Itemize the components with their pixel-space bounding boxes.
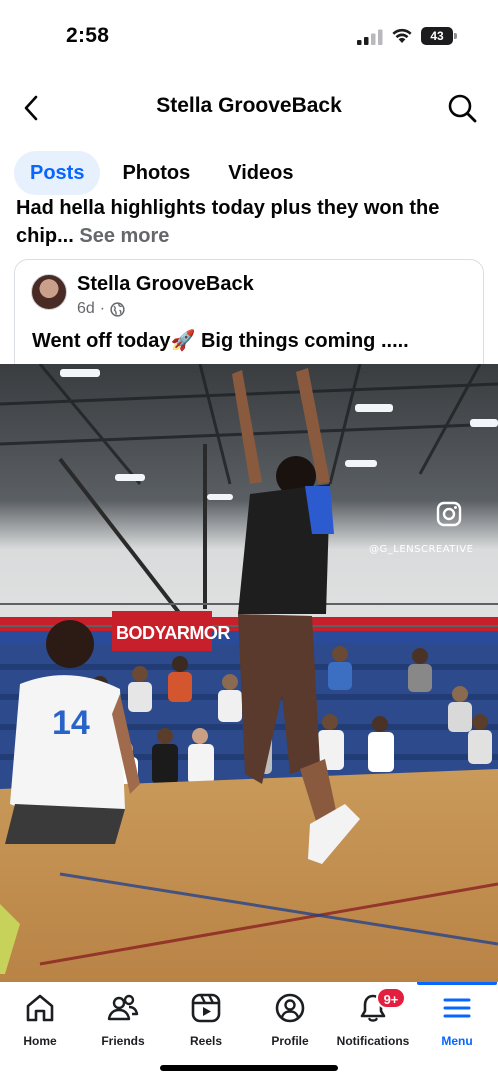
nav-notifications[interactable]: 9+ Notifications — [333, 982, 413, 1062]
nav-reels-label: Reels — [189, 1034, 223, 1048]
nav-friends[interactable]: Friends — [83, 982, 163, 1062]
friends-icon — [107, 994, 139, 1021]
search-button[interactable] — [443, 89, 481, 127]
profile-icon — [275, 993, 305, 1023]
home-indicator[interactable] — [160, 1065, 338, 1071]
search-icon — [448, 94, 477, 123]
active-tab-indicator — [417, 982, 497, 985]
nav-friends-label: Friends — [101, 1034, 145, 1048]
meta-separator: · — [99, 300, 106, 317]
nav-menu-label: Menu — [441, 1034, 473, 1048]
tab-videos[interactable]: Videos — [212, 151, 309, 195]
menu-icon — [443, 998, 471, 1018]
video-frame: 14 — [0, 364, 498, 982]
nav-notifications-label: Notifications — [336, 1034, 410, 1048]
chevron-left-icon — [24, 95, 38, 121]
video-watermark: @G_LENSCREATIVE — [369, 544, 474, 555]
tab-posts[interactable]: Posts — [14, 151, 101, 195]
profile-tabs: Posts Photos Videos — [14, 151, 309, 195]
notification-badge: 9+ — [376, 987, 406, 1009]
previous-post-snippet: Had hella highlights today plus they won… — [16, 196, 486, 252]
globe-icon — [110, 301, 125, 317]
arena-banner: BODYARMOR — [112, 611, 230, 651]
profile-header: Stella GrooveBack — [0, 80, 498, 136]
tab-photos[interactable]: Photos — [106, 151, 206, 195]
reels-icon — [191, 993, 221, 1023]
status-bar: 2:58 43 — [0, 0, 498, 72]
battery-level: 43 — [430, 29, 444, 43]
battery-indicator: 43 — [421, 27, 457, 45]
author-avatar[interactable] — [31, 274, 67, 310]
nav-home-label: Home — [23, 1034, 57, 1048]
status-time: 2:58 — [66, 24, 110, 47]
nav-home[interactable]: Home — [0, 982, 80, 1062]
post-time[interactable]: 6d — [77, 300, 95, 318]
cellular-signal-icon — [357, 29, 383, 45]
back-button[interactable] — [14, 88, 48, 128]
nav-profile[interactable]: Profile — [250, 982, 330, 1062]
page-title: Stella GrooveBack — [156, 94, 342, 117]
see-more-link[interactable]: See more — [79, 225, 169, 247]
post-meta: 6d · — [77, 300, 125, 318]
jersey-number: 14 — [52, 704, 90, 742]
battery-body: 43 — [421, 27, 453, 45]
post-text: Went off today🚀 Big things coming ..... — [32, 330, 409, 352]
post-author-name[interactable]: Stella GrooveBack — [77, 273, 254, 296]
instagram-icon — [436, 501, 462, 527]
nav-menu[interactable]: Menu — [417, 982, 497, 1062]
post-video[interactable]: 14 BODYARMOR @G_LENSCREATIVE — [0, 364, 498, 982]
nav-profile-label: Profile — [271, 1034, 309, 1048]
battery-cap — [454, 33, 457, 39]
home-icon — [26, 994, 54, 1022]
nav-reels[interactable]: Reels — [166, 982, 246, 1062]
wifi-icon — [392, 28, 412, 43]
